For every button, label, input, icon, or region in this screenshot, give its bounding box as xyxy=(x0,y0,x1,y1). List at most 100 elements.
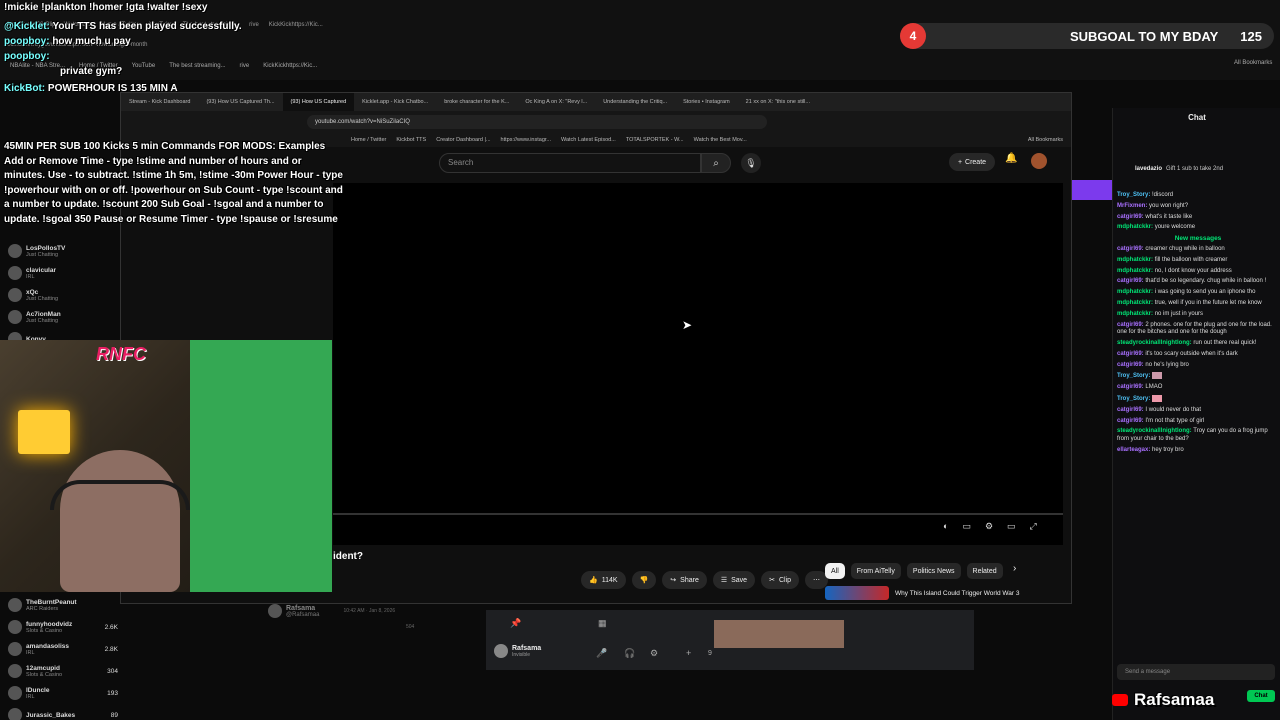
chat-username[interactable]: mdphatckkr: xyxy=(1117,224,1153,230)
settings-icon[interactable]: ⚙ xyxy=(650,648,658,659)
dislike-button[interactable]: 👎 xyxy=(631,571,657,589)
chat-username[interactable]: ellarteagax: xyxy=(1117,447,1150,453)
pin-icon[interactable]: 📌 xyxy=(510,618,521,629)
recommendation-chips: All From AiTelly Politics News Related xyxy=(825,563,1003,579)
like-count: 114K xyxy=(601,576,618,584)
bookmark[interactable]: Creator Dashboard |... xyxy=(436,137,490,143)
theater-icon[interactable]: ▭ xyxy=(1007,521,1016,532)
search-icon[interactable]: ⌕ xyxy=(701,153,731,173)
overlay-line: poopboy: xyxy=(4,51,242,62)
background-tab[interactable]: KickKickhttps://Kic... xyxy=(269,22,323,28)
avatar[interactable] xyxy=(1031,153,1047,169)
bookmark[interactable]: TOTALSPORTEK - W... xyxy=(626,137,684,143)
channel-item[interactable]: TheBurntPeanut ARC Raiders xyxy=(0,594,120,616)
tab-active[interactable]: (93) How US Captured xyxy=(282,93,355,111)
tab[interactable]: Stream - Kick Dashboard xyxy=(121,93,198,111)
url-field[interactable]: youtube.com/watch?v=NiSuZilaCIQ xyxy=(307,115,767,129)
channel-item[interactable]: Jurassic_Bakes 89 xyxy=(0,704,120,720)
chat-username[interactable]: steadyrockinalllnightlong: xyxy=(1117,428,1192,434)
discord-user-panel[interactable]: Rafsama Invisible xyxy=(494,644,541,658)
chat-username[interactable]: catgirl69: xyxy=(1117,384,1144,390)
all-bookmarks[interactable]: All Bookmarks xyxy=(1028,137,1071,143)
channel-item[interactable]: clavicular IRL xyxy=(0,262,120,284)
like-button[interactable]: 👍 114K xyxy=(581,571,626,589)
tab[interactable]: Kicklet.app - Kick Chatbo... xyxy=(354,93,436,111)
fullscreen-icon[interactable]: ⤢ xyxy=(1030,521,1037,532)
bookmark[interactable]: Kickbot TTS xyxy=(396,137,426,143)
chat-username[interactable]: catgirl69: xyxy=(1117,214,1144,220)
chat-username[interactable]: mdphatckkr: xyxy=(1117,300,1153,306)
chat-username[interactable]: Troy_Story: xyxy=(1117,396,1150,402)
video-player[interactable]: ◐ ▭ ⚙ ▭ ⤢ xyxy=(333,183,1063,545)
bookmark[interactable]: Watch the Best Mov... xyxy=(694,137,747,143)
chat-username[interactable]: catgirl69: xyxy=(1117,278,1144,284)
save-icon: ☰ xyxy=(720,577,728,584)
chip[interactable]: Politics News xyxy=(906,563,961,579)
grid-icon[interactable]: ▦ xyxy=(598,618,607,629)
overlay-text: Your TTS has been played successfully. xyxy=(52,21,242,32)
tab[interactable]: Stories • Instagram xyxy=(675,93,738,111)
new-messages-divider[interactable]: New messages xyxy=(1117,235,1279,242)
tab[interactable]: broke character for the K... xyxy=(436,93,517,111)
plus-icon[interactable]: + xyxy=(686,648,691,658)
channel-item[interactable]: LosPollosTV Just Chatting xyxy=(0,240,120,262)
pinned-gift[interactable]: lavedazio Gift 1 sub to take 2nd xyxy=(1113,158,1280,180)
avatar xyxy=(494,644,508,658)
chat-username[interactable]: MrFixmen: xyxy=(1117,203,1147,209)
overlay-line: @Kicklet: Your TTS has been played succe… xyxy=(4,21,242,32)
tab[interactable]: 21 xx on X: "this one still... xyxy=(738,93,818,111)
chat-username[interactable]: mdphatckkr: xyxy=(1117,268,1153,274)
chip[interactable]: From AiTelly xyxy=(850,563,901,579)
channel-item[interactable]: funnyhoodvidz Slots & Casino 2.6K xyxy=(0,616,120,638)
chat-username[interactable]: mdphatckkr: xyxy=(1117,257,1153,263)
deafen-icon[interactable]: 🎧 xyxy=(624,648,635,659)
chat-username[interactable]: Troy_Story: xyxy=(1117,373,1150,379)
overlay-text: how much u pay xyxy=(52,36,131,47)
chat-username[interactable]: catgirl69: xyxy=(1117,407,1144,413)
chat-input[interactable]: Send a message xyxy=(1117,664,1275,680)
pinned-user: lavedazio xyxy=(1135,166,1163,172)
mute-mic-icon[interactable]: 🎤 xyxy=(596,648,607,659)
chip[interactable]: Related xyxy=(966,563,1003,579)
tab[interactable]: (93) How US Captured Th... xyxy=(198,93,282,111)
chat-username[interactable]: Troy_Story: xyxy=(1117,192,1150,198)
channel-item[interactable]: Ac7ionMan Just Chatting xyxy=(0,306,120,328)
create-button[interactable]: + Create xyxy=(949,153,995,171)
chat-send-button[interactable]: Chat xyxy=(1247,690,1275,702)
chat-username[interactable]: catgirl69: xyxy=(1117,362,1144,368)
bookmark[interactable]: Home / Twitter xyxy=(351,137,386,143)
subtitles-icon[interactable]: ▭ xyxy=(962,521,971,532)
microphone-icon[interactable]: 🎙 xyxy=(741,153,761,173)
channel-item[interactable]: 12amcupid Slots & Casino 304 xyxy=(0,660,120,682)
channel-item[interactable]: amandasoliss IRL 2.8K xyxy=(0,638,120,660)
tab[interactable]: Understanding the Critiq... xyxy=(595,93,675,111)
bookmark[interactable]: KickKickhttps://Kic... xyxy=(263,63,317,69)
chat-username[interactable]: catgirl69: xyxy=(1117,351,1144,357)
chip-all[interactable]: All xyxy=(825,563,845,579)
recommended-video[interactable]: Why This Island Could Trigger World War … xyxy=(825,585,1053,601)
tab[interactable]: Oc King A on X: "Revy l... xyxy=(517,93,595,111)
chevron-right-icon[interactable]: › xyxy=(1013,563,1016,574)
chat-username[interactable]: catgirl69: xyxy=(1117,418,1144,424)
side-panel-tab[interactable] xyxy=(1072,180,1112,200)
channel-item[interactable]: xQc Just Chatting xyxy=(0,284,120,306)
progress-bar[interactable] xyxy=(333,513,1063,515)
channel-item[interactable]: lDuncle IRL 193 xyxy=(0,682,120,704)
background-tab[interactable]: rive xyxy=(249,22,259,28)
bell-icon[interactable]: 🔔 xyxy=(1005,153,1017,164)
chat-username[interactable]: steadyrockinalllnightlong: xyxy=(1117,340,1192,346)
save-button[interactable]: ☰ Save xyxy=(712,571,756,589)
chat-username[interactable]: catgirl69: xyxy=(1117,246,1144,252)
share-button[interactable]: ↪ Share xyxy=(662,571,707,589)
autoplay-toggle-icon[interactable]: ◐ xyxy=(943,521,948,532)
tweet-preview[interactable]: Rafsama @Rafsamaa 10:42 AM · Jan 8, 2026… xyxy=(268,604,488,640)
chat-username[interactable]: mdphatckkr: xyxy=(1117,289,1153,295)
chat-username[interactable]: mdphatckkr: xyxy=(1117,311,1153,317)
chat-username[interactable]: catgirl69: xyxy=(1117,322,1144,328)
clip-button[interactable]: ✂ Clip xyxy=(761,571,800,589)
all-bookmarks[interactable]: All Bookmarks xyxy=(1234,60,1272,66)
search-input[interactable]: Search xyxy=(439,153,701,173)
bookmark[interactable]: Watch Latest Episod... xyxy=(561,137,616,143)
bookmark[interactable]: https://www.instagr... xyxy=(501,137,551,143)
settings-icon[interactable]: ⚙ xyxy=(985,521,993,532)
